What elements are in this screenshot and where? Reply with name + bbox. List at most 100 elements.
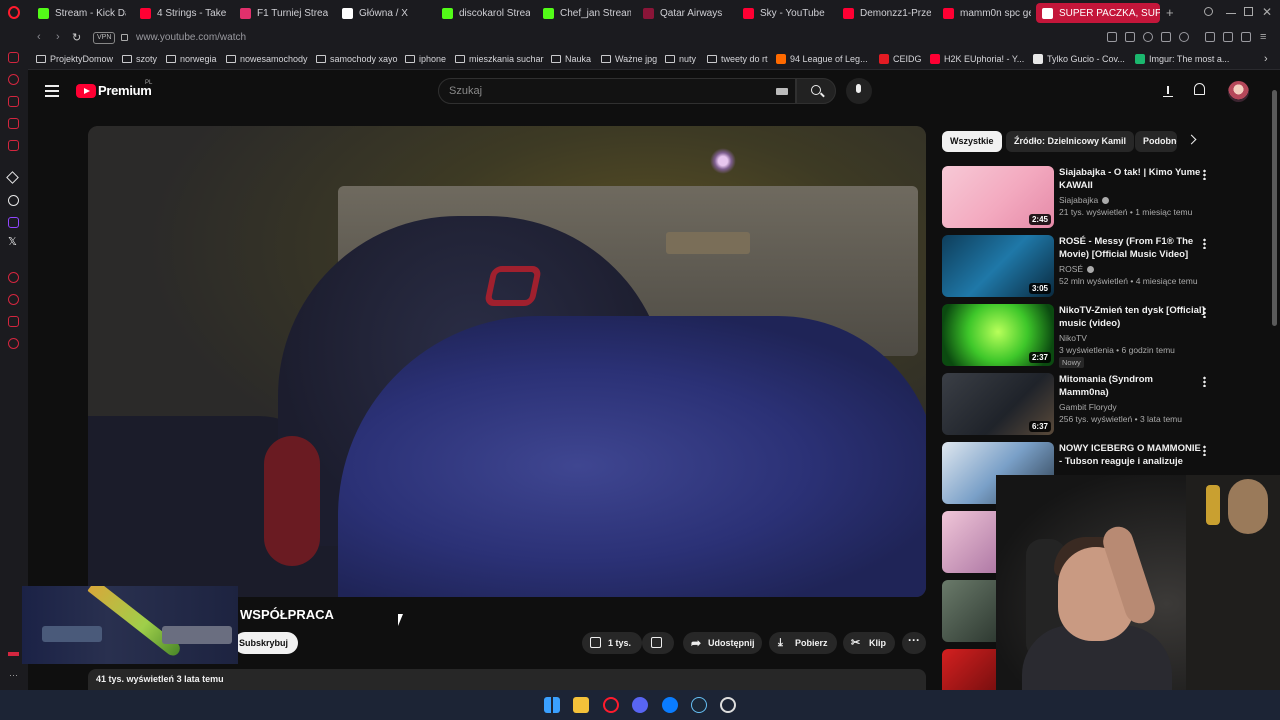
- youtube-logo-icon[interactable]: [76, 84, 96, 98]
- bookmark-page-icon[interactable]: [1107, 32, 1117, 42]
- rec-more-icon[interactable]: [1203, 376, 1206, 387]
- snapshot-icon[interactable]: [1125, 32, 1135, 42]
- rec-channel[interactable]: ROSÉ: [1059, 264, 1095, 274]
- steam-taskbar-icon[interactable]: [691, 697, 707, 713]
- restore-icon[interactable]: [1244, 7, 1253, 16]
- more-actions-button[interactable]: ···: [902, 632, 926, 654]
- back-icon[interactable]: ‹: [37, 31, 41, 43]
- clip-button[interactable]: ✂ Klip: [843, 632, 895, 654]
- rec-title[interactable]: NikoTV-Zmień ten dysk [Official] music (…: [1059, 304, 1205, 330]
- recommendation-item[interactable]: 2:45 Siajabajka - O tak! | Kimo Yume KAWA…: [942, 166, 1212, 228]
- subscribe-button[interactable]: Subskrybuj: [234, 632, 299, 654]
- bookmark-item[interactable]: Imgur: The most a...: [1135, 54, 1229, 64]
- download-icon[interactable]: [1241, 32, 1251, 42]
- rec-more-icon[interactable]: [1203, 238, 1206, 249]
- video-player[interactable]: [88, 126, 926, 597]
- browser-tab[interactable]: F1 Turniej Streame: [240, 3, 328, 23]
- rec-thumbnail[interactable]: 2:45: [942, 166, 1054, 228]
- file-explorer-icon[interactable]: [573, 697, 589, 713]
- bookmark-item[interactable]: szoty: [122, 54, 157, 64]
- bookmark-item[interactable]: ProjektyDomow: [36, 54, 113, 64]
- reload-icon[interactable]: ↻: [72, 31, 81, 44]
- opera-taskbar-icon[interactable]: [603, 697, 619, 713]
- browser-tab[interactable]: Sky - YouTube: [743, 3, 831, 23]
- sidebar-more-icon[interactable]: ···: [9, 670, 18, 680]
- sidebar-settings-icon[interactable]: [8, 338, 19, 349]
- rec-more-icon[interactable]: [1203, 169, 1206, 180]
- like-button[interactable]: 1 tys.: [582, 632, 642, 654]
- rec-more-icon[interactable]: [1203, 445, 1206, 456]
- bookmark-item[interactable]: mieszkania suchar: [455, 54, 544, 64]
- rec-thumb-partial-2[interactable]: [942, 580, 996, 642]
- bookmark-item[interactable]: CEIDG: [879, 54, 922, 64]
- messenger-taskbar-icon[interactable]: [662, 697, 678, 713]
- close-window-icon[interactable]: ✕: [1262, 5, 1272, 19]
- bookmark-item[interactable]: samochody xayo: [316, 54, 398, 64]
- sidebar-player-icon[interactable]: [8, 272, 19, 283]
- sidebar-messenger-icon[interactable]: [8, 52, 19, 63]
- rec-thumbnail[interactable]: 6:37: [942, 373, 1054, 435]
- opera-logo-icon[interactable]: [8, 6, 20, 19]
- keyboard-icon[interactable]: [776, 88, 788, 95]
- recommendation-item[interactable]: 2:37 NikoTV-Zmień ten dysk [Official] mus…: [942, 304, 1212, 368]
- rec-title[interactable]: ROSÉ - Messy (From F1® The Movie) [Offic…: [1059, 235, 1205, 261]
- search-button[interactable]: [796, 78, 836, 104]
- chip-source[interactable]: Źródło: Dzielnicowy Kamil: [1006, 131, 1135, 152]
- app-taskbar-icon[interactable]: [720, 697, 736, 713]
- sidebar-gx-icon[interactable]: [8, 652, 19, 656]
- recommendation-item[interactable]: 3:05 ROSÉ - Messy (From F1® The Movie) [O…: [942, 235, 1212, 297]
- extensions-icon[interactable]: [1205, 32, 1215, 42]
- browser-tab[interactable]: mamm0n spc ges: [943, 3, 1031, 23]
- sidebar-mail-icon[interactable]: [8, 140, 19, 151]
- url-field[interactable]: www.youtube.com/watch: [136, 32, 246, 43]
- create-icon[interactable]: [1163, 85, 1173, 97]
- rec-channel[interactable]: NikoTV: [1059, 333, 1087, 343]
- bookmark-item[interactable]: Nauka: [551, 54, 591, 64]
- rec-thumbnail[interactable]: 2:37: [942, 304, 1054, 366]
- sidebar-chatgpt-icon[interactable]: [8, 195, 19, 206]
- voice-search-button[interactable]: [846, 78, 872, 104]
- dislike-button[interactable]: [642, 632, 674, 654]
- rec-channel[interactable]: Gambit Florydy: [1059, 402, 1117, 412]
- bookmark-item[interactable]: H2K EUphoria! - Y...: [930, 54, 1024, 64]
- page-scrollbar-thumb[interactable]: [1272, 90, 1277, 326]
- sidebar-aria-icon[interactable]: [6, 171, 19, 184]
- vpn-badge[interactable]: VPN: [93, 32, 116, 44]
- new-tab-button[interactable]: +: [1166, 5, 1174, 20]
- notifications-bell-icon[interactable]: [1194, 83, 1205, 95]
- active-tab[interactable]: SUPER PACZKA, SUPE: [1036, 3, 1160, 23]
- bookmark-item[interactable]: norwegia: [166, 54, 217, 64]
- rec-thumbnail[interactable]: 3:05: [942, 235, 1054, 297]
- discord-taskbar-icon[interactable]: [632, 697, 648, 713]
- rec-thumb-partial-3[interactable]: [942, 649, 996, 690]
- browser-tab[interactable]: Demonzz1-Przeje: [843, 3, 931, 23]
- easy-setup-icon[interactable]: ≡: [1260, 31, 1266, 43]
- heart-icon[interactable]: [1179, 32, 1189, 42]
- download-button[interactable]: ⤓ Pobierz: [769, 632, 837, 654]
- chip-all[interactable]: Wszystkie: [942, 131, 1002, 152]
- bookmark-item[interactable]: iphone: [405, 54, 446, 64]
- rec-more-icon[interactable]: [1203, 307, 1206, 318]
- chips-next-icon[interactable]: [1186, 134, 1197, 145]
- sidebar-speech-icon[interactable]: [8, 316, 19, 327]
- minimize-icon[interactable]: [1226, 13, 1236, 15]
- rec-title[interactable]: Siajabajka - O tak! | Kimo Yume KAWAII: [1059, 166, 1205, 192]
- description-box[interactable]: 41 tys. wyświetleń 3 lata temu: [88, 669, 926, 691]
- rec-title[interactable]: NOWY ICEBERG O MAMMONIE - Tubson reaguje…: [1059, 442, 1205, 468]
- sidebar-twitch-icon[interactable]: [8, 217, 19, 228]
- player-icon[interactable]: [1161, 32, 1171, 42]
- cube-icon[interactable]: [1223, 32, 1233, 42]
- bookmark-item[interactable]: nuty: [665, 54, 696, 64]
- bookmark-item[interactable]: Tylko Gucio - Cov...: [1033, 54, 1125, 64]
- browser-tab[interactable]: 4 Strings - Take M: [140, 3, 226, 23]
- logo-text[interactable]: Premium: [98, 83, 152, 98]
- rec-thumb-partial-1[interactable]: [942, 511, 996, 573]
- avatar[interactable]: [1228, 81, 1249, 102]
- browser-tab[interactable]: Główna / X: [342, 3, 430, 23]
- sidebar-x-icon[interactable]: 𝕏: [8, 235, 17, 248]
- browser-tab[interactable]: Chef_jan Stream -: [543, 3, 631, 23]
- windows-start-icon[interactable]: [544, 697, 560, 713]
- bookmark-item[interactable]: tweety do rt: [707, 54, 768, 64]
- forward-icon[interactable]: ›: [56, 31, 60, 43]
- browser-tab[interactable]: discokarol Stream: [442, 3, 530, 23]
